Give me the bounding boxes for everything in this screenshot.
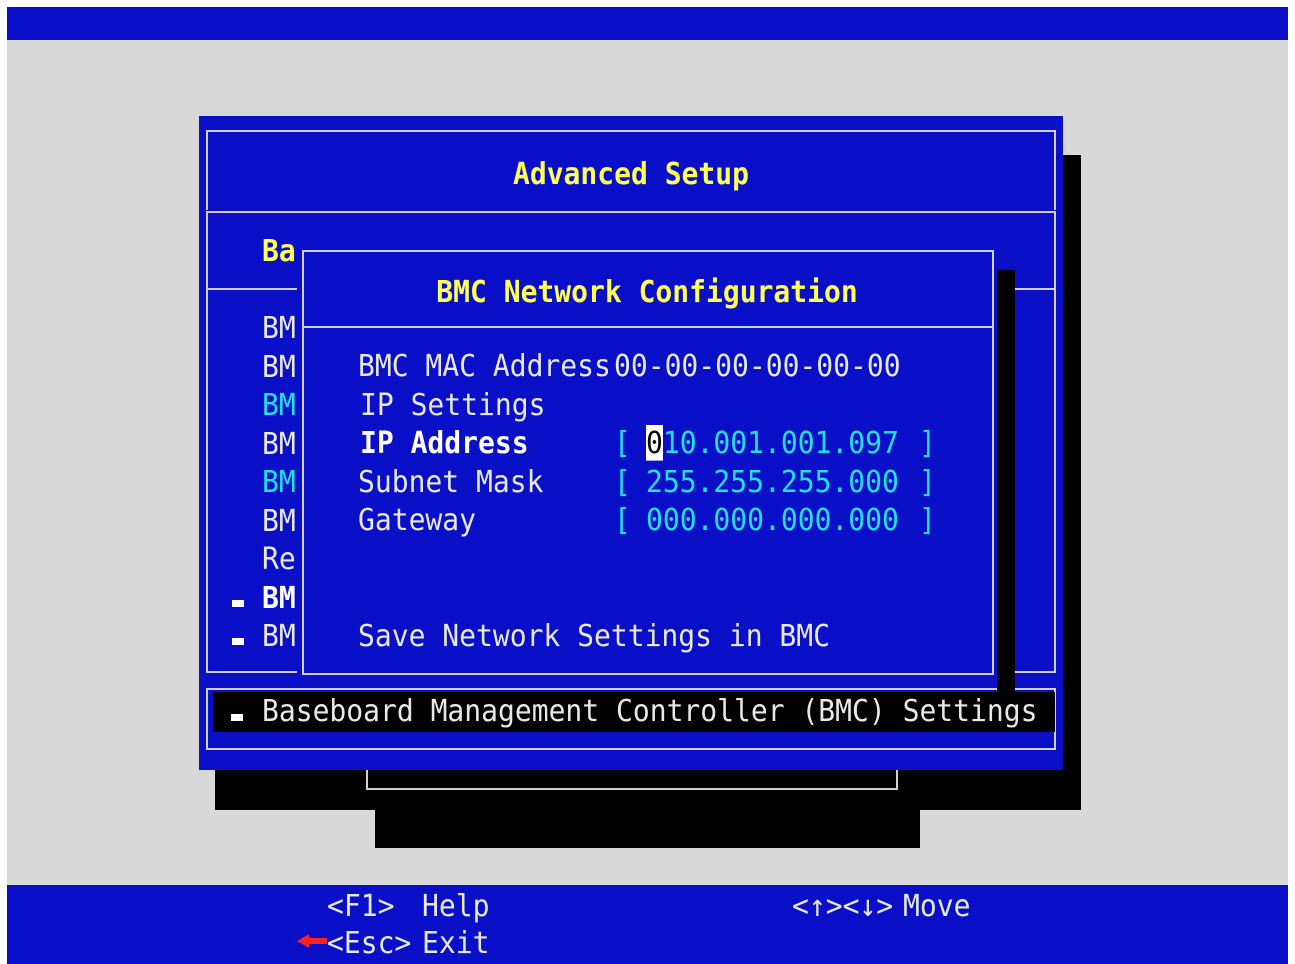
ip-address-value: 10.001.001.097 (662, 425, 899, 461)
field-bracket: [ (614, 425, 631, 461)
exit-label: Exit (422, 925, 490, 961)
ip-settings-item[interactable]: IP Settings (360, 387, 545, 424)
dialog-frame (302, 250, 994, 675)
dialog-title: BMC Network Configuration (436, 274, 858, 310)
dialog-divider (304, 326, 992, 328)
gateway-input[interactable]: 000.000.000.000 (646, 502, 899, 539)
ip-address-label: IP Address (360, 425, 529, 461)
menu-item[interactable]: BM (262, 310, 296, 347)
field-bracket: [ (614, 502, 631, 538)
field-bracket: ] (919, 425, 936, 461)
bmc-network-dialog: BMC Network Configuration BMC MAC Addres… (297, 250, 997, 680)
arrow-left-icon (297, 934, 327, 948)
window-shadow (375, 790, 920, 848)
divider (208, 288, 298, 290)
bullet-icon (231, 714, 243, 721)
window-shadow (1063, 155, 1081, 810)
gateway-label: Gateway (358, 502, 477, 538)
menu-item[interactable]: BM (262, 349, 296, 386)
field-bracket: ] (919, 502, 936, 538)
selected-menu-label: Baseboard Management Controller (BMC) Se… (262, 693, 1038, 729)
lower-frame (366, 770, 898, 790)
mac-value: 00-00-00-00-00-00 (614, 348, 901, 384)
field-bracket: ] (919, 464, 936, 500)
selected-menu-row[interactable]: Baseboard Management Controller (BMC) Se… (213, 692, 1055, 732)
menu-item[interactable]: BM (262, 580, 296, 617)
advanced-setup-title: Advanced Setup (512, 156, 749, 192)
ip-address-input[interactable]: 010.001.001.097 (646, 425, 899, 462)
menu-item[interactable]: BM (262, 426, 296, 463)
popup-shadow (997, 270, 1015, 693)
menu-item[interactable]: BM (262, 618, 296, 655)
menu-item[interactable]: BM (262, 387, 296, 424)
subnet-mask-input[interactable]: 255.255.255.000 (646, 464, 899, 501)
menu-item[interactable]: BM (262, 464, 296, 501)
help-key[interactable]: <F1> (327, 888, 394, 925)
top-bar (7, 7, 1288, 40)
text-cursor: 0 (646, 425, 663, 461)
help-bar: <F1> Help <↑><↓> Move <Esc> Exit (7, 885, 1288, 964)
menu-item[interactable]: BM (262, 503, 296, 540)
move-label: Move (903, 888, 971, 924)
help-label: Help (422, 888, 490, 924)
field-bracket: [ (614, 464, 631, 500)
menu-item[interactable]: Re (262, 541, 296, 578)
bullet-icon (232, 600, 244, 607)
bullet-icon (232, 638, 244, 645)
mac-label: BMC MAC Address (358, 348, 611, 384)
subnet-mask-label: Subnet Mask (358, 464, 544, 500)
save-network-settings-button[interactable]: Save Network Settings in BMC (358, 618, 830, 655)
exit-key[interactable]: <Esc> (327, 925, 411, 962)
menu-header: Ba (262, 233, 296, 269)
move-key: <↑><↓> (792, 888, 894, 924)
